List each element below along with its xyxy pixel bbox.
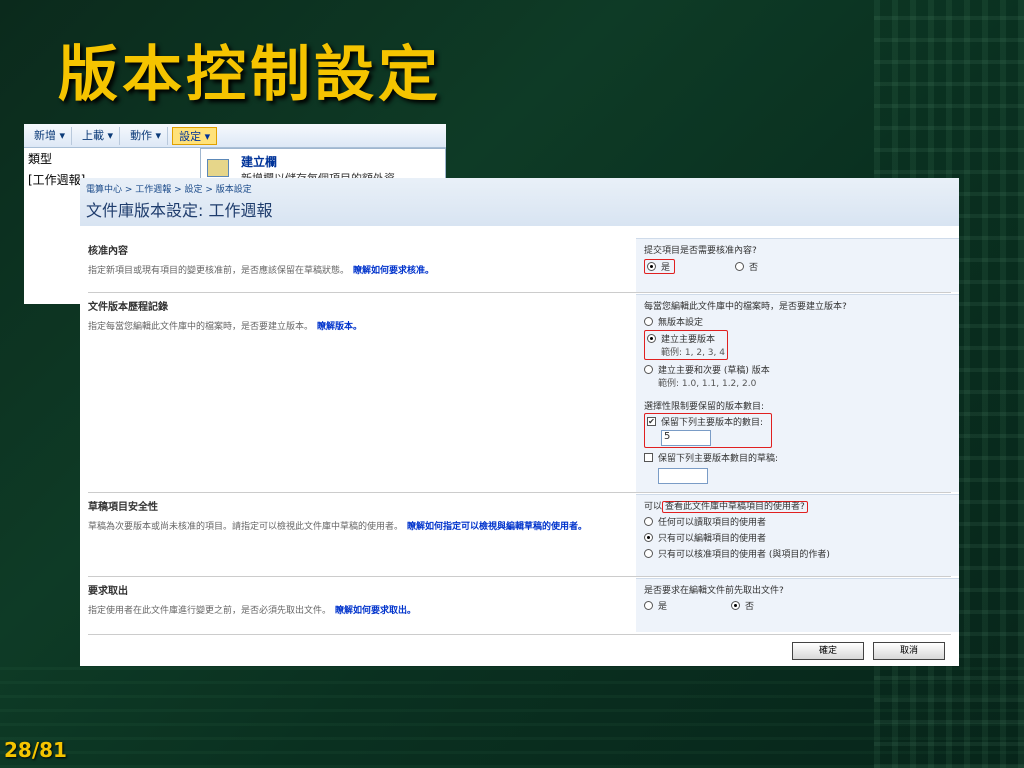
section-heading: 草稿項目安全性 [88,502,158,513]
ok-button[interactable]: 確定 [792,642,864,660]
draft-any-reader-radio[interactable] [644,517,653,526]
page-title: 文件庫版本設定: 工作週報 [86,201,273,220]
question-label: 每當您編輯此文件庫中的檔案時，是否要建立版本? [644,302,847,312]
cancel-button[interactable]: 取消 [873,642,945,660]
help-link[interactable]: 瞭解如何要求核准。 [353,266,434,276]
major-versions-input[interactable]: 5 [661,430,711,446]
page-number: 28/81 [4,738,67,762]
divider [88,576,951,577]
slide-title: 版本控制設定 [58,40,442,110]
no-versioning-radio[interactable] [644,317,653,326]
divider [88,634,951,635]
divider [88,492,951,493]
option-label: 保留下列主要版本的數目: [661,418,764,428]
option-label: 否 [749,263,759,273]
option-label: 保留下列主要版本數目的草稿: [658,454,779,464]
section-require-checkout: 要求取出 指定使用者在此文件庫進行變更之前，是否必須先取出文件。 瞭解如何要求取出… [80,578,959,632]
drafts-input[interactable] [658,468,708,484]
limit-label: 選擇性限制要保留的版本數目: [644,402,765,412]
background-decoration-bottom [0,658,1024,768]
section-heading: 核准內容 [88,246,128,257]
question-label-highlight: 查看此文件庫中草稿項目的使用者? [662,501,808,513]
help-link[interactable]: 瞭解版本。 [317,322,362,332]
new-menu-button[interactable]: 新增 ▾ [28,126,73,145]
checkout-yes-radio[interactable] [644,601,653,610]
draft-approvers-radio[interactable] [644,549,653,558]
option-label: 否 [745,602,755,612]
create-column-icon [207,159,229,177]
help-link[interactable]: 瞭解如何要求取出。 [335,606,416,616]
section-description: 指定使用者在此文件庫進行變更之前，是否必須先取出文件。 [88,606,332,616]
question-label: 是否要求在編輯文件前先取出文件? [644,586,784,596]
approval-yes-radio[interactable] [647,262,656,271]
create-column-menu-item[interactable]: 建立欄 [241,153,441,170]
option-label: 是 [658,602,668,612]
section-draft-security: 草稿項目安全性 草稿為次要版本或尚未核准的項目。請指定可以檢視此文件庫中草稿的使… [80,494,959,576]
toolbar: 新增 ▾ 上載 ▾ 動作 ▾ 設定 ▾ [24,124,446,148]
breadcrumb[interactable]: 電算中心 > 工作週報 > 設定 > 版本設定 [86,182,953,195]
keep-major-checkbox[interactable]: ✔ [647,417,656,426]
section-content-approval: 核准內容 指定新項目或現有項目的變更核准前，是否應該保留在草稿狀態。 瞭解如何要求… [80,238,959,292]
option-label: 是 [661,263,671,273]
section-heading: 要求取出 [88,586,128,597]
section-version-history: 文件版本歷程記錄 指定每當您編輯此文件庫中的檔案時，是否要建立版本。 瞭解版本。 … [80,294,959,492]
option-label: 只有可以編輯項目的使用者 [658,534,767,544]
option-label: 建立主要和次要 (草稿) 版本 [658,366,770,376]
option-label: 無版本設定 [658,318,704,328]
section-description: 指定新項目或現有項目的變更核准前，是否應該保留在草稿狀態。 [88,266,350,276]
keep-drafts-checkbox[interactable] [644,453,653,462]
option-label: 建立主要版本 [661,335,716,345]
major-versions-radio[interactable] [647,334,656,343]
page-header: 電算中心 > 工作週報 > 設定 > 版本設定 文件庫版本設定: 工作週報 [80,178,959,226]
divider [88,292,951,293]
versioning-settings-window: 電算中心 > 工作週報 > 設定 > 版本設定 文件庫版本設定: 工作週報 核准… [80,178,959,666]
actions-menu-button[interactable]: 動作 ▾ [124,126,169,145]
example-text: 範例: 1, 2, 3, 4 [661,348,725,358]
question-label: 可以 [644,502,663,512]
draft-editors-radio[interactable] [644,533,653,542]
checkout-no-radio[interactable] [731,601,741,610]
settings-menu-button[interactable]: 設定 ▾ [172,126,218,145]
question-label: 提交項目是否需要核准內容? [644,246,757,256]
option-label: 任何可以讀取項目的使用者 [658,518,767,528]
section-description: 指定每當您編輯此文件庫中的檔案時，是否要建立版本。 [88,322,314,332]
section-description: 草稿為次要版本或尚未核准的項目。請指定可以檢視此文件庫中草稿的使用者。 [88,522,404,532]
approval-no-radio[interactable] [735,262,745,271]
option-label: 只有可以核准項目的使用者 (與項目的作者) [658,550,830,560]
example-text: 範例: 1.0, 1.1, 1.2, 2.0 [658,379,757,389]
upload-menu-button[interactable]: 上載 ▾ [76,126,121,145]
major-minor-versions-radio[interactable] [644,365,653,374]
section-heading: 文件版本歷程記錄 [88,302,168,313]
help-link[interactable]: 瞭解如何指定可以檢視與編輯草稿的使用者。 [407,522,587,532]
